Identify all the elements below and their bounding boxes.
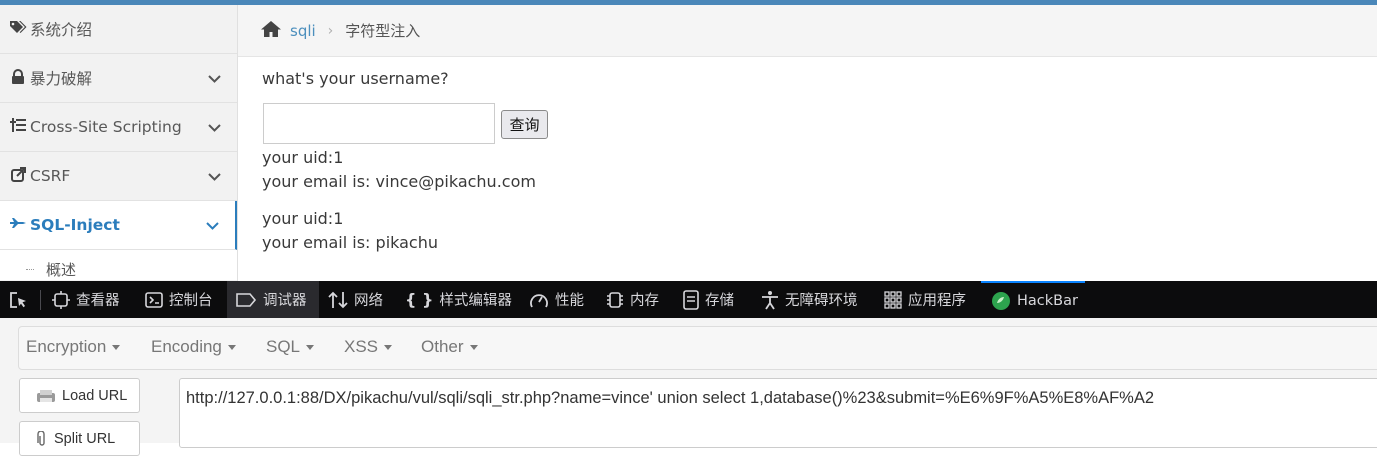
lock-icon [9, 68, 27, 88]
tab-style-editor[interactable]: { } 样式编辑器 [405, 281, 512, 318]
tab-label: 应用程序 [908, 293, 966, 309]
devtools-toolbar: 查看器 控制台 调试器 网络 { } 样式编辑器 性能 内存 存储 无障碍环境 … [0, 281, 1377, 318]
username-input[interactable] [263, 103, 495, 144]
tab-label: 查看器 [76, 293, 120, 309]
hackbar-menu-bar: Encryption Encoding SQL XSS Other [18, 326, 1377, 370]
sidebar-item-intro[interactable]: 系统介绍 [0, 5, 237, 54]
tab-application[interactable]: 应用程序 [884, 281, 966, 318]
menu-encryption[interactable]: Encryption [26, 337, 121, 357]
tab-label: 样式编辑器 [439, 293, 512, 309]
tab-label: 存储 [705, 293, 734, 309]
breadcrumb-current: 字符型注入 [345, 22, 421, 40]
username-prompt: what's your username? [262, 69, 449, 88]
breadcrumb: sqli › 字符型注入 [238, 5, 1377, 57]
caret-down-icon [306, 345, 315, 351]
tree-dash [26, 269, 34, 270]
button-label: Split URL [54, 430, 116, 447]
caret-down-icon [227, 345, 236, 351]
external-link-icon [9, 166, 27, 186]
sidebar-item-brute-force[interactable]: 暴力破解 [0, 54, 237, 103]
chevron-down-icon [208, 118, 221, 136]
caret-down-icon [112, 345, 121, 351]
tab-label: 控制台 [169, 293, 213, 309]
tab-memory[interactable]: 内存 [606, 281, 659, 318]
tab-network[interactable]: 网络 [328, 281, 383, 318]
caret-down-icon [469, 345, 478, 351]
sidebar-item-sql-inject[interactable]: SQL-Inject [0, 201, 237, 250]
tab-console[interactable]: 控制台 [145, 281, 213, 318]
sidebar-item-label: SQL-Inject [30, 216, 120, 234]
button-label: Load URL [62, 387, 128, 404]
url-textarea[interactable]: http://127.0.0.1:88/DX/pikachu/vul/sqli/… [179, 378, 1377, 448]
fighter-jet-icon [9, 217, 27, 233]
hackbar-icon [991, 291, 1011, 311]
inspector-icon [52, 290, 70, 309]
memory-icon [606, 290, 624, 310]
result-uid: your uid:1 [262, 148, 344, 167]
element-picker-icon[interactable] [8, 281, 28, 318]
sidebar-item-xss[interactable]: Cross-Site Scripting [0, 103, 237, 152]
query-button[interactable]: 查询 [501, 110, 548, 139]
load-url-button[interactable]: Load URL [19, 378, 140, 413]
menu-other[interactable]: Other [421, 337, 478, 357]
sidebar-item-label: Cross-Site Scripting [30, 118, 182, 136]
tab-label: 网络 [354, 293, 383, 309]
paperclip-icon [36, 430, 48, 447]
chevron-down-icon [208, 167, 221, 185]
breadcrumb-separator-icon: › [327, 22, 334, 39]
menu-encoding[interactable]: Encoding [151, 337, 236, 357]
tab-accessibility[interactable]: 无障碍环境 [761, 281, 858, 318]
chevron-down-icon [206, 216, 219, 234]
result-uid: your uid:1 [262, 209, 344, 228]
url-text: http://127.0.0.1:88/DX/pikachu/vul/sqli/… [186, 389, 1155, 407]
menu-label: Encryption [26, 337, 107, 356]
tags-icon [9, 20, 27, 38]
sidebar-item-label: 系统介绍 [30, 21, 93, 39]
menu-label: SQL [266, 337, 301, 356]
console-icon [145, 291, 163, 308]
storage-icon [683, 289, 699, 310]
menu-label: Other [421, 337, 464, 356]
sidebar-subitem-label: 概述 [46, 261, 77, 279]
hackbar-panel: Encryption Encoding SQL XSS Other Load U… [0, 318, 1377, 456]
tab-hackbar[interactable]: HackBar [981, 281, 1085, 318]
list-icon [9, 118, 27, 136]
tab-label: HackBar [1017, 292, 1078, 309]
tab-debugger[interactable]: 调试器 [227, 281, 319, 318]
accessibility-icon [761, 290, 779, 310]
tab-storage[interactable]: 存储 [683, 281, 734, 318]
chevron-down-icon [208, 69, 221, 87]
home-icon[interactable] [260, 20, 282, 42]
tab-label: 性能 [555, 293, 584, 309]
performance-icon [529, 291, 549, 309]
caret-down-icon [384, 345, 393, 351]
sidebar-item-label: 暴力破解 [30, 70, 93, 88]
menu-sql[interactable]: SQL [266, 337, 315, 357]
menu-label: Encoding [151, 337, 222, 356]
split-url-button[interactable]: Split URL [19, 421, 140, 456]
tab-inspector[interactable]: 查看器 [52, 281, 120, 318]
sidebar-subitem-overview[interactable]: 概述 [0, 250, 237, 280]
application-icon [884, 290, 902, 309]
toolbar-divider [40, 290, 41, 310]
load-url-icon [36, 388, 56, 404]
debugger-icon [235, 292, 257, 308]
sidebar-item-label: CSRF [30, 167, 71, 185]
menu-xss[interactable]: XSS [344, 337, 393, 357]
tab-label: 无障碍环境 [785, 293, 858, 309]
tab-label: 调试器 [263, 293, 307, 309]
result-email: your email is: vince@pikachu.com [262, 172, 536, 191]
sidebar-item-csrf[interactable]: CSRF [0, 152, 237, 201]
tab-performance[interactable]: 性能 [529, 281, 584, 318]
tab-label: 内存 [630, 293, 659, 309]
sidebar: 系统介绍 暴力破解 Cross-Site Scripting CSRF SQL-… [0, 5, 238, 281]
breadcrumb-link-sqli[interactable]: sqli [290, 22, 316, 40]
menu-label: XSS [344, 337, 379, 356]
style-editor-icon: { } [405, 290, 434, 309]
network-icon [328, 291, 348, 309]
result-email: your email is: pikachu [262, 233, 438, 252]
